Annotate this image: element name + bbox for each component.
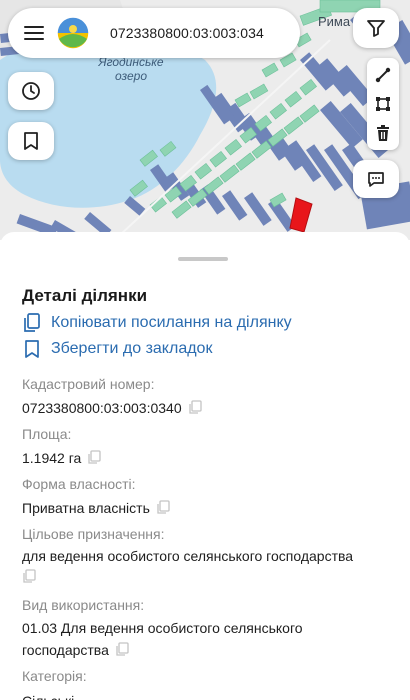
history-button[interactable] [8,72,54,110]
cadastral-number-label: Кадастровий номер: [22,376,155,392]
usage-type-value: 01.03 Для ведення особистого селянського… [22,620,303,658]
map-tools-panel [367,58,399,150]
cadastral-number-value: 0723380800:03:003:0340 [22,397,202,419]
parcel-details-sheet: Деталі ділянки Копіювати посилання на ді… [0,232,410,700]
copy-icon[interactable] [22,569,36,583]
town-label: Рима [318,14,351,29]
category-label: Категорія: [22,668,87,684]
sheet-drag-handle[interactable] [178,257,228,261]
comment-icon [368,172,384,187]
purpose-label: Цільове призначення: [22,526,165,542]
hamburger-icon [24,26,44,40]
ruler-line-icon [375,68,391,83]
category-value: Сільські... [22,690,86,700]
area-value: 1.1942 га [22,447,101,469]
clear-measure-button[interactable] [367,119,399,147]
copy-icon[interactable] [156,500,170,514]
filter-icon [367,20,385,37]
measure-area-button[interactable] [367,90,399,118]
search-input-value[interactable]: 0723380800:03:003:034 [110,25,264,41]
ownership-label: Форма власності: [22,476,136,492]
save-bookmark-button[interactable]: Зберегти до закладок [22,338,212,360]
purpose-value: для ведення особистого селянського госпо… [22,545,402,583]
search-bar[interactable]: 0723380800:03:003:034 [8,8,300,58]
measure-line-button[interactable] [367,61,399,89]
bookmark-icon [24,132,38,150]
area-label: Площа: [22,426,72,442]
filter-button[interactable] [353,8,399,48]
ownership-value: Приватна власність [22,497,170,519]
copy-icon[interactable] [87,450,101,464]
copy-icon[interactable] [188,400,202,414]
lake-label: Ягодинське озеро [98,55,164,83]
copy-link-label: Копіювати посилання на ділянку [51,314,292,331]
bookmark-icon [22,338,42,360]
feedback-button[interactable] [353,160,399,198]
menu-button[interactable] [12,8,56,58]
bookmarks-button[interactable] [8,122,54,160]
clock-icon [22,82,40,100]
trash-icon [377,124,389,141]
usage-type-label: Вид використання: [22,597,145,613]
app-logo [56,16,90,50]
polygon-icon [376,96,390,111]
save-bookmark-label: Зберегти до закладок [51,340,213,357]
copy-parcel-link-button[interactable]: Копіювати посилання на ділянку [22,312,292,334]
copy-icon [22,312,42,334]
app-screen: Ягодинське озеро Рима 0723380800:03:003:0… [0,0,410,700]
sheet-title: Деталі ділянки [22,286,148,305]
copy-icon[interactable] [115,642,129,656]
